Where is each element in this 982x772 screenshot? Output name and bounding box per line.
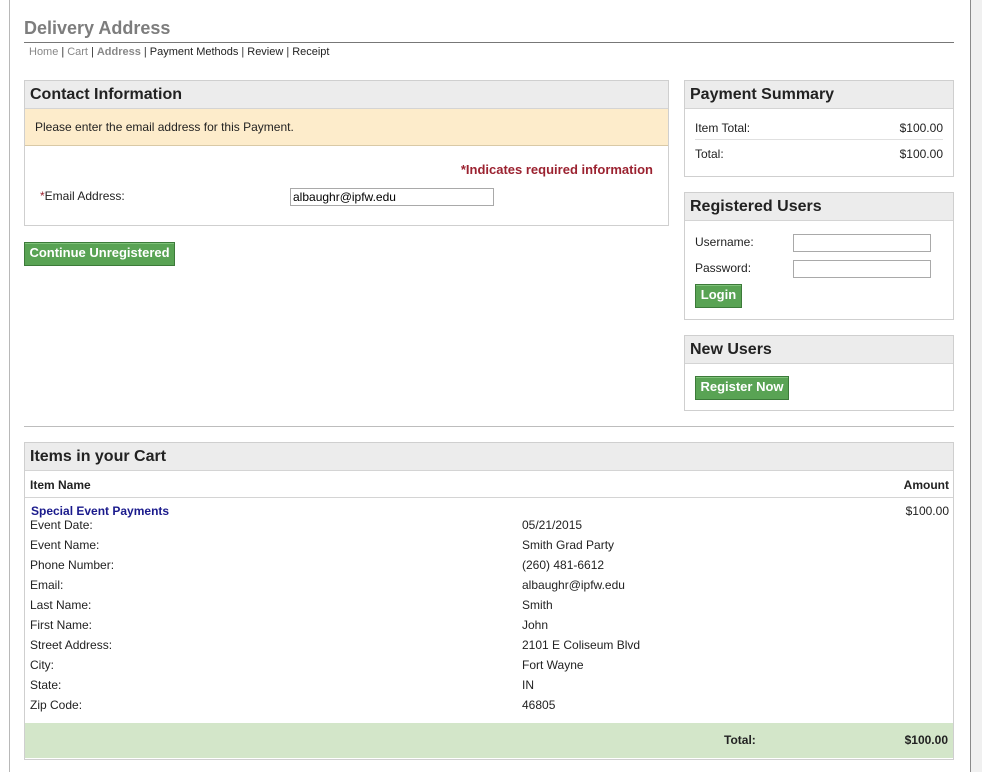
login-button[interactable]: Login xyxy=(695,284,742,308)
window-right-edge xyxy=(970,0,982,772)
cart-item-amount: $100.00 xyxy=(905,504,949,518)
breadcrumb-home[interactable]: Home xyxy=(29,46,58,58)
detail-label: First Name: xyxy=(30,618,93,632)
email-notice: Please enter the email address for this … xyxy=(25,109,668,146)
breadcrumb-separator: | xyxy=(61,46,65,58)
email-field[interactable] xyxy=(290,188,494,206)
continue-unregistered-button[interactable]: Continue Unregistered xyxy=(24,242,175,266)
detail-value: (260) 481-6612 xyxy=(522,558,605,572)
new-users-heading: New Users xyxy=(685,336,953,364)
register-now-button[interactable]: Register Now xyxy=(695,376,789,400)
detail-value: 46805 xyxy=(522,698,556,712)
breadcrumb-separator: | xyxy=(241,46,245,58)
required-note: *Indicates required information xyxy=(460,162,653,177)
section-divider xyxy=(24,426,954,427)
password-input[interactable] xyxy=(793,260,931,278)
title-divider xyxy=(24,42,954,43)
registered-users-panel: Registered Users Username: Password: Log… xyxy=(684,192,954,320)
breadcrumb-cart[interactable]: Cart xyxy=(67,46,88,58)
cart-total-value: $100.00 xyxy=(904,733,948,747)
detail-label: Last Name: xyxy=(30,598,92,612)
detail-label: State: xyxy=(30,678,62,692)
breadcrumb-separator: | xyxy=(90,46,94,58)
username-label: Username: xyxy=(695,235,754,249)
breadcrumb-review: Review xyxy=(247,46,284,58)
detail-label: Phone Number: xyxy=(30,558,115,572)
breadcrumb-address: Address xyxy=(96,46,141,58)
detail-label: Email: xyxy=(30,578,64,592)
detail-value: Smith xyxy=(522,598,553,612)
detail-label: Zip Code: xyxy=(30,698,83,712)
cart-col-item: Item Name xyxy=(30,478,91,492)
detail-value: 2101 E Coliseum Blvd xyxy=(522,638,641,652)
breadcrumb: Home | Cart | Address | Payment Methods | Review… xyxy=(29,46,329,58)
email-label-text: Email Address: xyxy=(44,189,125,203)
email-notice-text: Please enter the email address for this … xyxy=(35,120,294,134)
contact-information-heading: Contact Information xyxy=(25,81,668,109)
cart-item-name[interactable]: Special Event Payments xyxy=(31,504,169,518)
cart-header-rule xyxy=(25,497,953,498)
password-label: Password: xyxy=(695,261,752,275)
total-value: $100.00 xyxy=(899,147,943,161)
email-label: *Email Address: xyxy=(40,189,125,203)
breadcrumb-receipt: Receipt xyxy=(292,46,330,58)
detail-value: Smith Grad Party xyxy=(522,538,615,552)
cart-total-bar: Total: $100.00 xyxy=(25,723,953,758)
cart-panel: Items in your Cart Item Name Amount Spec… xyxy=(24,442,954,760)
cart-total-label: Total: xyxy=(724,733,756,747)
detail-value: albaughr@ipfw.edu xyxy=(522,578,625,592)
detail-label: City: xyxy=(30,658,54,672)
payment-summary-panel: Payment Summary Item Total: $100.00 Tota… xyxy=(684,80,954,177)
cart-col-amount: Amount xyxy=(903,478,949,492)
cart-heading: Items in your Cart xyxy=(25,443,953,471)
item-total-value: $100.00 xyxy=(899,121,943,135)
detail-value: 05/21/2015 xyxy=(522,518,583,532)
page-title: Delivery Address xyxy=(24,18,171,38)
detail-label: Street Address: xyxy=(30,638,113,652)
detail-label: Event Name: xyxy=(30,538,100,552)
detail-label: Event Date: xyxy=(30,518,93,532)
payment-summary-heading: Payment Summary xyxy=(685,81,953,109)
new-users-panel: New Users Register Now xyxy=(684,335,954,411)
breadcrumb-payment-methods: Payment Methods xyxy=(149,46,239,58)
detail-value: IN xyxy=(522,678,534,692)
detail-value: John xyxy=(522,618,549,632)
item-total-label: Item Total: xyxy=(695,121,751,135)
breadcrumb-separator: | xyxy=(286,46,290,58)
detail-value: Fort Wayne xyxy=(522,658,584,672)
window-left-edge xyxy=(0,0,10,772)
username-input[interactable] xyxy=(793,234,931,252)
breadcrumb-separator: | xyxy=(143,46,147,58)
contact-information-panel: Contact Information Please enter the ema… xyxy=(24,80,669,226)
registered-users-heading: Registered Users xyxy=(685,193,953,221)
total-label: Total: xyxy=(695,147,724,161)
summary-divider xyxy=(695,139,943,140)
